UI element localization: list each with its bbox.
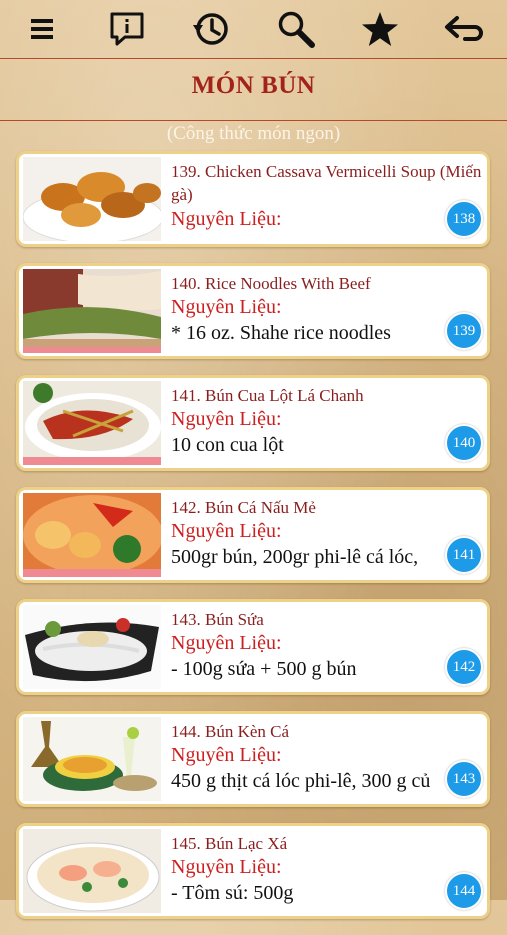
info-button[interactable] — [102, 4, 152, 54]
menu-button[interactable] — [18, 4, 68, 54]
ingredients-label: Nguyên Liệu: — [171, 408, 282, 430]
search-icon — [278, 11, 315, 48]
recipe-title: 145. Bún Lạc Xá — [171, 834, 288, 853]
ingredients-preview: 10 con cua lột — [171, 434, 284, 456]
recipe-number-badge: 139 — [445, 312, 483, 350]
ingredients-preview: * 16 oz. Shahe rice noodles — [171, 322, 391, 344]
recipe-thumbnail — [23, 829, 161, 913]
back-button[interactable] — [439, 4, 489, 54]
recipe-number-badge: 138 — [445, 200, 483, 238]
recipe-title: 140. Rice Noodles With Beef — [171, 274, 371, 293]
ingredients-preview: 450 g thịt cá lóc phi-lê, 300 g củ — [171, 770, 431, 792]
page-subtitle: (Công thức món ngon) — [166, 123, 341, 144]
toolbar — [0, 0, 507, 58]
list-item[interactable]: 140. Rice Noodles With Beef Nguyên Liệu:… — [16, 263, 490, 359]
recipe-title: 139. Chicken Cassava Vermicelli Soup (Mi… — [171, 162, 482, 204]
list-item[interactable]: 143. Bún Sứa Nguyên Liệu: - 100g sứa + 5… — [16, 599, 490, 695]
recipe-title: 143. Bún Sứa — [171, 610, 264, 629]
history-button[interactable] — [186, 4, 236, 54]
info-icon — [110, 12, 144, 46]
ingredients-label: Nguyên Liệu: — [171, 520, 282, 542]
ingredients-preview: 500gr bún, 200gr phi-lê cá lóc, — [171, 546, 419, 568]
recipe-number-badge: 141 — [445, 536, 483, 574]
recipe-thumbnail — [23, 157, 161, 241]
ingredients-label: Nguyên Liệu: — [171, 632, 282, 654]
search-button[interactable] — [271, 4, 321, 54]
recipe-title: 142. Bún Cá Nấu Mẻ — [171, 498, 316, 517]
list-item[interactable]: 142. Bún Cá Nấu Mẻ Nguyên Liệu: 500gr bú… — [16, 487, 490, 583]
recipe-thumbnail — [23, 717, 161, 801]
recipe-number-badge: 143 — [445, 760, 483, 798]
ingredients-label: Nguyên Liệu: — [171, 856, 282, 878]
star-icon — [361, 12, 398, 46]
recipe-number-badge: 144 — [445, 872, 483, 910]
list-item[interactable]: 141. Bún Cua Lột Lá Chanh Nguyên Liệu: 1… — [16, 375, 490, 471]
ingredients-preview: - Tôm sú: 500g — [171, 882, 294, 904]
recipe-number-badge: 140 — [445, 424, 483, 462]
recipe-thumbnail — [23, 493, 161, 577]
recipe-thumbnail — [23, 269, 161, 353]
header-divider-bottom — [0, 120, 507, 121]
ingredients-label: Nguyên Liệu: — [171, 296, 282, 318]
history-icon — [193, 13, 229, 45]
menu-icon — [31, 19, 53, 39]
list-item[interactable]: 144. Bún Kèn Cá Nguyên Liệu: 450 g thịt … — [16, 711, 490, 807]
list-item[interactable]: 145. Bún Lạc Xá Nguyên Liệu: - Tôm sú: 5… — [16, 823, 490, 919]
ingredients-label: Nguyên Liệu: — [171, 744, 282, 766]
page-title: MÓN BÚN — [191, 72, 316, 99]
recipe-title: 144. Bún Kèn Cá — [171, 722, 290, 741]
favorites-button[interactable] — [355, 4, 405, 54]
ingredients-label: Nguyên Liệu: — [171, 208, 282, 230]
recipe-number-badge: 142 — [445, 648, 483, 686]
recipe-list: 139. Chicken Cassava Vermicelli Soup (Mi… — [16, 151, 490, 935]
back-icon — [444, 16, 483, 41]
list-item[interactable]: 139. Chicken Cassava Vermicelli Soup (Mi… — [16, 151, 490, 247]
recipe-thumbnail — [23, 605, 161, 689]
recipe-thumbnail — [23, 381, 161, 465]
header-divider-top — [0, 58, 507, 59]
ingredients-preview: - 100g sứa + 500 g bún — [171, 658, 357, 680]
recipe-title: 141. Bún Cua Lột Lá Chanh — [171, 386, 364, 405]
